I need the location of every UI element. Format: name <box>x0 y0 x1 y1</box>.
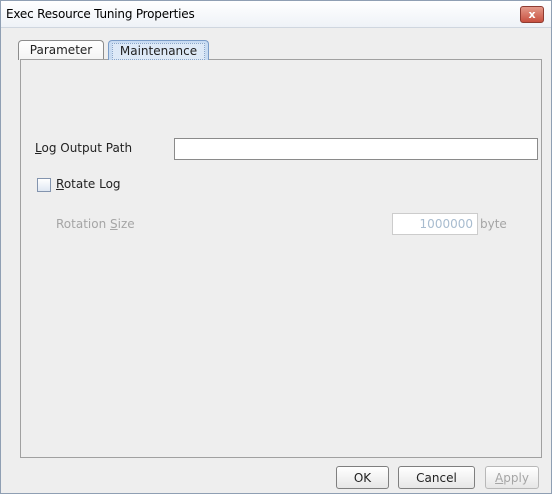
rotate-log-checkbox[interactable] <box>37 178 51 192</box>
ok-button[interactable]: OK <box>336 466 389 489</box>
cancel-button[interactable]: Cancel <box>398 466 475 489</box>
dialog-content: Parameter Maintenance Log Output Path Ro… <box>1 28 551 493</box>
log-output-path-label: Log Output Path <box>35 141 133 155</box>
title-bar[interactable]: Exec Resource Tuning Properties x <box>1 1 551 28</box>
log-output-path-input[interactable] <box>174 138 538 160</box>
tab-parameter[interactable]: Parameter <box>18 40 104 60</box>
rotate-log-label[interactable]: Rotate Log <box>56 177 121 191</box>
window-title: Exec Resource Tuning Properties <box>6 7 195 21</box>
apply-button[interactable]: Apply <box>485 466 539 489</box>
rotation-size-label: Rotation Size <box>56 217 135 231</box>
tab-parameter-label: Parameter <box>29 43 93 57</box>
properties-dialog: Exec Resource Tuning Properties x Parame… <box>0 0 552 494</box>
rotation-size-input[interactable]: 1000000 <box>392 213 478 235</box>
rotation-size-unit: byte <box>480 217 507 231</box>
maintenance-panel: Log Output Path Rotate Log Rotation Size… <box>20 59 542 458</box>
tab-maintenance[interactable]: Maintenance <box>108 40 209 60</box>
close-icon: x <box>528 8 536 21</box>
tab-maintenance-label: Maintenance <box>112 43 205 60</box>
close-button[interactable]: x <box>520 6 544 23</box>
